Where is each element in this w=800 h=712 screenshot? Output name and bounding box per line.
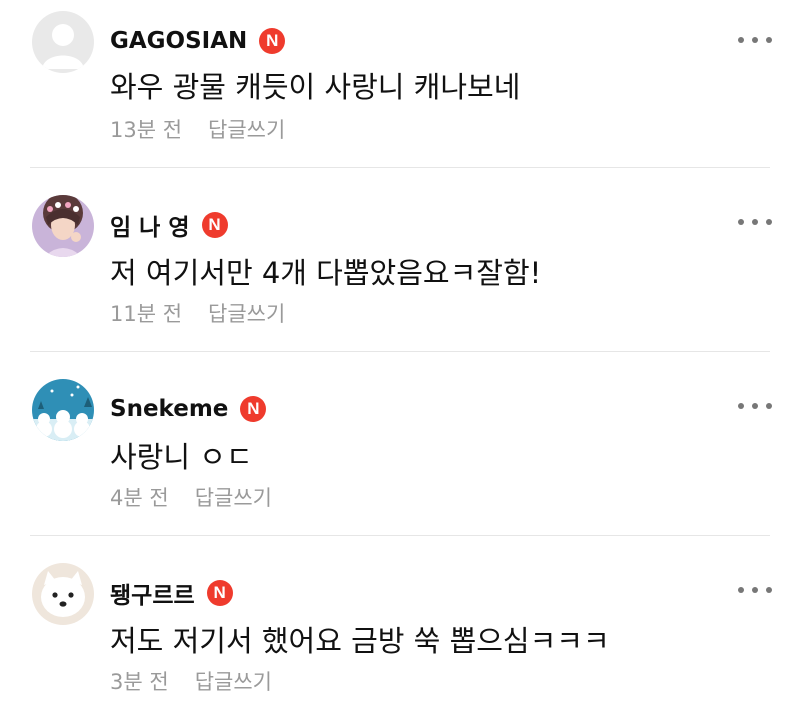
comment-meta: 13분 전 답글쓰기 [110,114,285,144]
comment-meta: 4분 전 답글쓰기 [110,482,272,512]
girl-photo [32,195,94,257]
avatar[interactable] [32,563,94,625]
new-badge: N [240,396,267,422]
reply-button[interactable]: 답글쓰기 [195,666,272,696]
reply-button[interactable]: 답글쓰기 [195,482,272,512]
author-name[interactable]: 임 나 영 [110,208,190,242]
author-row: 됑구르르 N [110,577,233,609]
divider [30,535,770,536]
reply-button[interactable]: 답글쓰기 [208,298,285,328]
comment-text: 와우 광물 캐듯이 사랑니 캐나보네 [110,70,521,104]
author-row: Snekeme N [110,393,267,425]
comment-time: 11분 전 [110,302,183,326]
author-name[interactable]: Snekeme [110,396,228,422]
more-options-icon[interactable] [738,580,772,600]
author-name[interactable]: 됑구르르 [110,576,195,610]
avatar[interactable] [32,379,94,441]
author-row: GAGOSIAN N [110,25,286,57]
comment-text: 사랑니 ㅇㄷ [110,440,253,474]
comment-text: 저도 저기서 했어요 금방 쑥 뽑으심ㅋㅋㅋ [110,624,610,658]
more-options-icon[interactable] [738,30,772,50]
new-badge: N [259,28,286,54]
author-row: 임 나 영 N [110,209,228,241]
comment-time: 3분 전 [110,670,169,694]
comment-meta: 11분 전 답글쓰기 [110,298,285,328]
comment-text: 저 여기서만 4개 다뽑았음요ㅋ잘함! [110,256,542,290]
snowmen-photo [32,379,94,441]
default-profile-icon [32,11,94,73]
divider [30,351,770,352]
avatar[interactable] [32,11,94,73]
author-name[interactable]: GAGOSIAN [110,28,247,54]
comment-time: 13분 전 [110,118,183,142]
white-dog-photo [32,563,94,625]
new-badge: N [206,580,233,606]
more-options-icon[interactable] [738,396,772,416]
avatar[interactable] [32,195,94,257]
new-badge: N [201,212,228,238]
reply-button[interactable]: 답글쓰기 [208,114,285,144]
comment-meta: 3분 전 답글쓰기 [110,666,272,696]
divider [30,167,770,168]
comment-time: 4분 전 [110,486,169,510]
more-options-icon[interactable] [738,212,772,232]
